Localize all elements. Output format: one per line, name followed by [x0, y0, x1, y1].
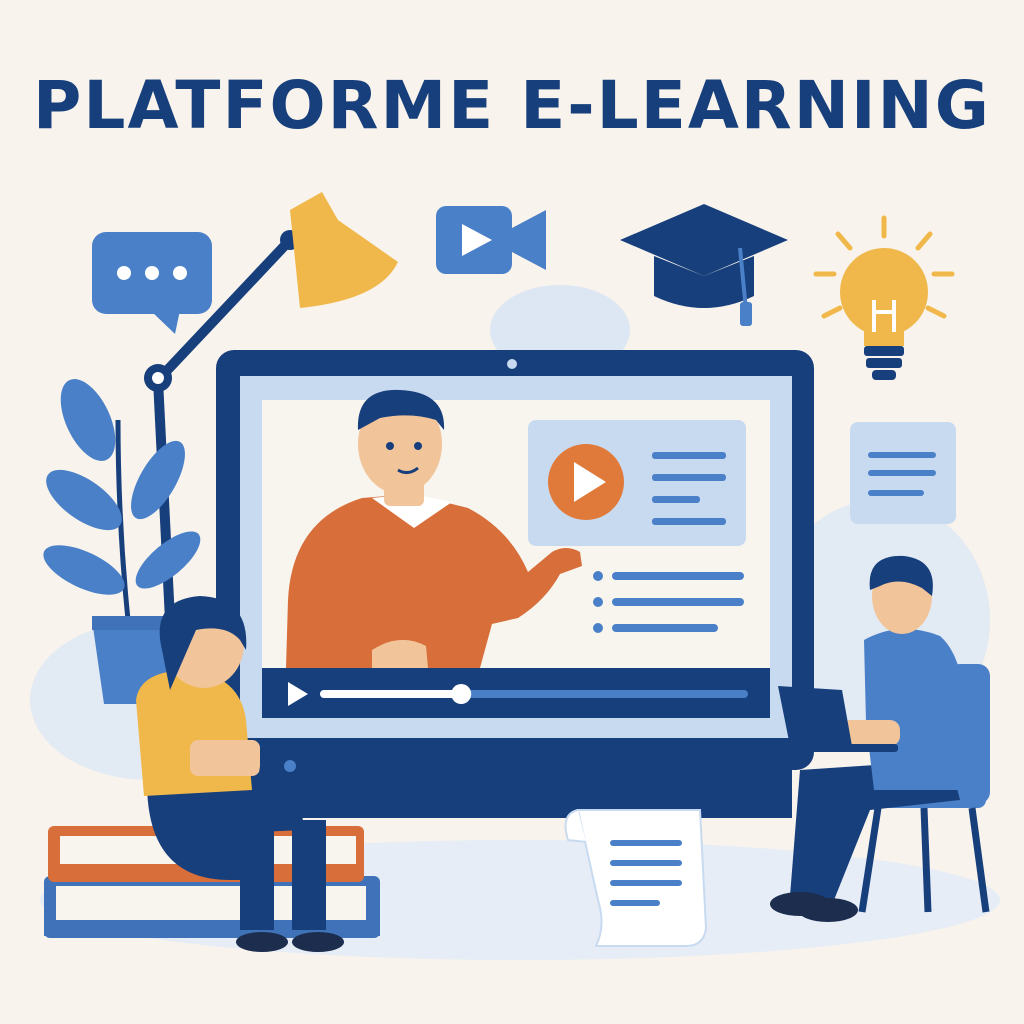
graduation-cap-icon [620, 204, 788, 326]
chat-bubble-icon [92, 232, 212, 334]
e-learning-illustration [30, 192, 1000, 960]
progress-knob[interactable] [451, 684, 472, 704]
video-thumbnail-card[interactable] [528, 420, 746, 546]
document-icon [850, 422, 956, 524]
light-bulb-icon [813, 215, 955, 380]
video-camera-icon [436, 206, 546, 274]
video-control-bar[interactable] [262, 668, 770, 718]
video-player[interactable] [262, 389, 770, 718]
illustration-canvas: PLATFORME E-LEARNING [0, 0, 1024, 1024]
progress-fill [320, 690, 462, 698]
